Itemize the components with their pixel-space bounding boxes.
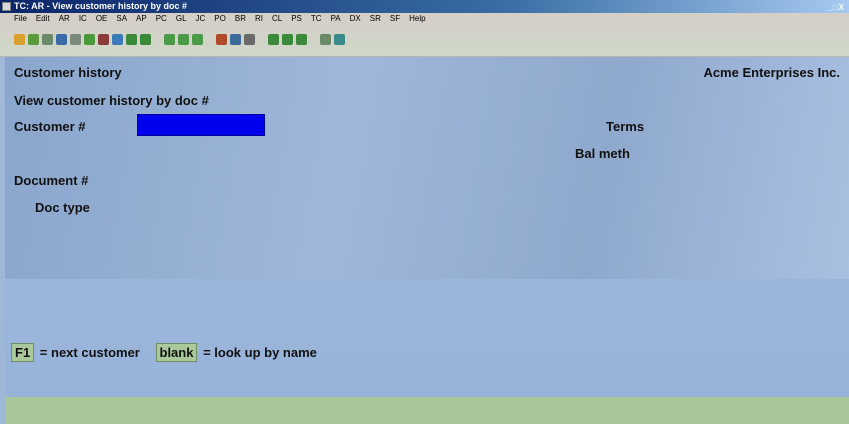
menu-item-help[interactable]: Help — [409, 13, 425, 25]
menu-item-ps[interactable]: PS — [291, 13, 302, 25]
app-icon[interactable] — [2, 2, 11, 11]
undo-icon[interactable] — [112, 34, 123, 46]
menu-item-br[interactable]: BR — [235, 13, 246, 25]
new-icon[interactable] — [14, 34, 25, 46]
page-subtitle: View customer history by doc # — [14, 93, 209, 108]
settings-icon[interactable] — [42, 34, 53, 46]
lock-icon[interactable] — [320, 34, 331, 46]
doc-type-label: Doc type — [35, 200, 90, 215]
edit-icon[interactable] — [70, 34, 81, 46]
terms-label: Terms — [606, 119, 645, 134]
record-3-icon[interactable] — [192, 34, 203, 46]
blank-key[interactable]: blank — [155, 343, 198, 362]
status-bar — [5, 397, 849, 424]
menu-item-file[interactable]: File — [14, 13, 27, 25]
blank-description: = look up by name — [203, 345, 317, 360]
form-panel — [5, 57, 849, 279]
customer-input[interactable] — [137, 114, 265, 136]
window-title: TC: AR - View customer history by doc # — [14, 1, 188, 11]
menu-item-po[interactable]: PO — [214, 13, 226, 25]
document-label: Document # — [14, 173, 89, 188]
prev-icon[interactable] — [268, 34, 279, 46]
menu-item-pa[interactable]: PA — [331, 13, 341, 25]
menu-item-dx[interactable]: DX — [350, 13, 361, 25]
menu-item-pc[interactable]: PC — [156, 13, 167, 25]
menu-item-jc[interactable]: JC — [196, 13, 206, 25]
help-icon[interactable] — [334, 34, 345, 46]
check-icon[interactable] — [84, 34, 95, 46]
main-screen: Customer history Acme Enterprises Inc. V… — [5, 57, 849, 424]
menu-bar: File Edit AR IC OE SA AP PC GL JC PO BR RI CL PS TC PA DX… — [0, 13, 849, 25]
refresh-icon[interactable] — [244, 34, 255, 46]
menu-item-oe[interactable]: OE — [96, 13, 108, 25]
zoom-icon[interactable] — [230, 34, 241, 46]
stop-icon[interactable] — [296, 34, 307, 46]
menu-item-sr[interactable]: SR — [370, 13, 381, 25]
menu-item-tc[interactable]: TC — [311, 13, 322, 25]
f1-key[interactable]: F1 — [11, 343, 35, 362]
next-icon[interactable] — [282, 34, 293, 46]
record-2-icon[interactable] — [178, 34, 189, 46]
record-1-icon[interactable] — [164, 34, 175, 46]
key-help-bar: F1 = next customer blank = look up by na… — [11, 343, 317, 362]
menu-item-sf[interactable]: SF — [390, 13, 400, 25]
menu-item-ap[interactable]: AP — [136, 13, 147, 25]
menu-item-ri[interactable]: RI — [255, 13, 263, 25]
bal-meth-label: Bal meth — [575, 146, 630, 161]
window-titlebar: TC: AR - View customer history by doc # … — [0, 0, 849, 13]
find-icon[interactable] — [216, 34, 227, 46]
copy-icon[interactable] — [28, 34, 39, 46]
up-icon[interactable] — [126, 34, 137, 46]
menu-item-gl[interactable]: GL — [176, 13, 187, 25]
globe-icon[interactable] — [56, 34, 67, 46]
toolbar — [0, 25, 849, 57]
customer-label: Customer # — [14, 119, 86, 134]
menu-item-edit[interactable]: Edit — [36, 13, 50, 25]
f1-description: = next customer — [39, 345, 140, 360]
menu-item-ar[interactable]: AR — [59, 13, 70, 25]
menu-item-cl[interactable]: CL — [272, 13, 282, 25]
delete-icon[interactable] — [98, 34, 109, 46]
page-title: Customer history — [14, 65, 122, 80]
company-name: Acme Enterprises Inc. — [703, 65, 840, 80]
menu-item-sa[interactable]: SA — [116, 13, 127, 25]
down-icon[interactable] — [140, 34, 151, 46]
menu-item-ic[interactable]: IC — [79, 13, 87, 25]
